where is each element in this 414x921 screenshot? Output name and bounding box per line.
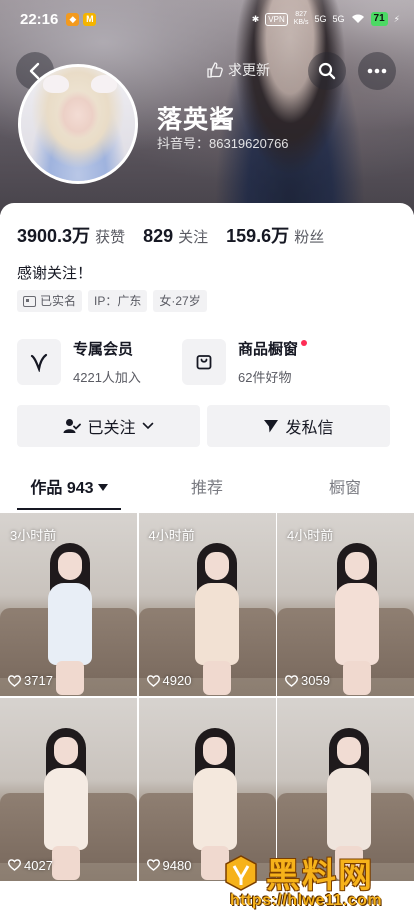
send-message-button[interactable]: 发私信 bbox=[207, 405, 390, 447]
profile-bio: 感谢关注！ bbox=[17, 265, 93, 282]
watermark-title: 黑料网 bbox=[266, 857, 374, 895]
app-notification-icon-2: M bbox=[83, 12, 97, 26]
caret-down-icon bbox=[97, 484, 108, 491]
profile-tags: 已实名 IP：广东 女·27岁 bbox=[17, 290, 207, 312]
vpn-badge: VPN bbox=[265, 12, 288, 26]
video-likes: 3717 bbox=[8, 673, 53, 688]
tab-recommended[interactable]: 推荐 bbox=[138, 472, 276, 510]
stat-following[interactable]: 829 关注 bbox=[143, 226, 208, 247]
user-check-icon bbox=[63, 419, 82, 433]
thumb-up-icon bbox=[207, 62, 223, 78]
more-dots-icon bbox=[367, 68, 387, 74]
search-icon bbox=[318, 62, 336, 80]
video-time: 4小时前 bbox=[287, 528, 334, 543]
following-button[interactable]: 已关注 bbox=[17, 405, 200, 447]
heart-icon bbox=[146, 674, 160, 687]
avatar[interactable] bbox=[18, 64, 138, 184]
watermark-url: https://hlwe11.com bbox=[230, 892, 383, 909]
site-watermark: 黑料网 https://hlwe11.com bbox=[222, 848, 412, 918]
video-likes: 3059 bbox=[285, 673, 330, 688]
content-tabs: 作品 943 推荐 橱窗 bbox=[0, 472, 414, 510]
display-name: 落英酱 bbox=[157, 106, 236, 134]
wifi-icon bbox=[351, 13, 365, 26]
send-icon bbox=[264, 420, 279, 433]
vip-membership-entry[interactable]: 专属会员 4221人加入 bbox=[17, 334, 141, 390]
signal-icon-2: 5G bbox=[332, 14, 345, 24]
status-icons: ✱ VPN 827 KB/s 5G 5G 71 ⚡ bbox=[252, 11, 400, 27]
heart-icon bbox=[8, 674, 21, 687]
video-time: 4小时前 bbox=[148, 528, 195, 543]
video-thumbnail[interactable]: 4027 bbox=[0, 697, 137, 881]
video-likes: 9480 bbox=[146, 858, 191, 873]
search-button[interactable] bbox=[308, 52, 346, 90]
tag-gender-age: 女·27岁 bbox=[153, 290, 207, 312]
stat-likes[interactable]: 3900.3万 获赞 bbox=[17, 222, 125, 248]
tab-showcase[interactable]: 橱窗 bbox=[276, 472, 414, 510]
network-speed: 827 KB/s bbox=[293, 11, 309, 26]
app-notification-icon: ◆ bbox=[66, 12, 80, 26]
tag-verified[interactable]: 已实名 bbox=[17, 290, 83, 312]
charging-icon: ⚡ bbox=[393, 13, 400, 24]
request-update-hint[interactable]: 求更新 bbox=[206, 60, 270, 80]
battery-indicator: 71 bbox=[370, 12, 388, 26]
video-thumbnail[interactable]: 3小时前 3717 bbox=[0, 513, 137, 696]
bluetooth-icon: ✱ bbox=[251, 13, 260, 24]
more-button[interactable] bbox=[358, 52, 396, 90]
video-thumbnail[interactable]: 4小时前 4920 bbox=[138, 513, 276, 696]
user-id[interactable]: 抖音号：86319620766 bbox=[157, 133, 289, 152]
heart-icon bbox=[8, 859, 21, 871]
v-logo-icon bbox=[17, 339, 61, 385]
tab-works[interactable]: 作品 943 bbox=[0, 472, 138, 510]
signal-icon: 5G bbox=[314, 14, 327, 24]
heart-icon bbox=[146, 859, 160, 871]
profile-stats: 3900.3万 获赞 829 关注 159.6万 粉丝 bbox=[17, 222, 342, 248]
status-bar: 22:16 ◆ M ✱ VPN 827 KB/s 5G 5G 71 ⚡ bbox=[0, 0, 414, 38]
video-time: 3小时前 bbox=[10, 528, 57, 543]
video-likes: 4027 bbox=[8, 858, 53, 873]
video-thumbnail[interactable]: 4小时前 3059 bbox=[277, 513, 414, 696]
watermark-logo-icon bbox=[225, 855, 257, 891]
new-badge-dot bbox=[301, 339, 308, 346]
shop-window-entry[interactable]: 商品橱窗 62件好物 bbox=[182, 334, 308, 390]
status-time: 22:16 bbox=[20, 10, 59, 28]
id-card-icon bbox=[23, 295, 36, 307]
stat-followers[interactable]: 159.6万 粉丝 bbox=[226, 222, 324, 248]
heart-icon bbox=[285, 674, 298, 687]
chevron-down-icon bbox=[142, 422, 153, 430]
video-likes: 4920 bbox=[146, 673, 191, 688]
shopping-bag-icon bbox=[182, 339, 226, 385]
tag-ip-location: IP：广东 bbox=[88, 290, 148, 312]
video-grid: 3小时前 3717 4小时前 4920 4小时前 3059 4027 9480 bbox=[0, 513, 414, 881]
